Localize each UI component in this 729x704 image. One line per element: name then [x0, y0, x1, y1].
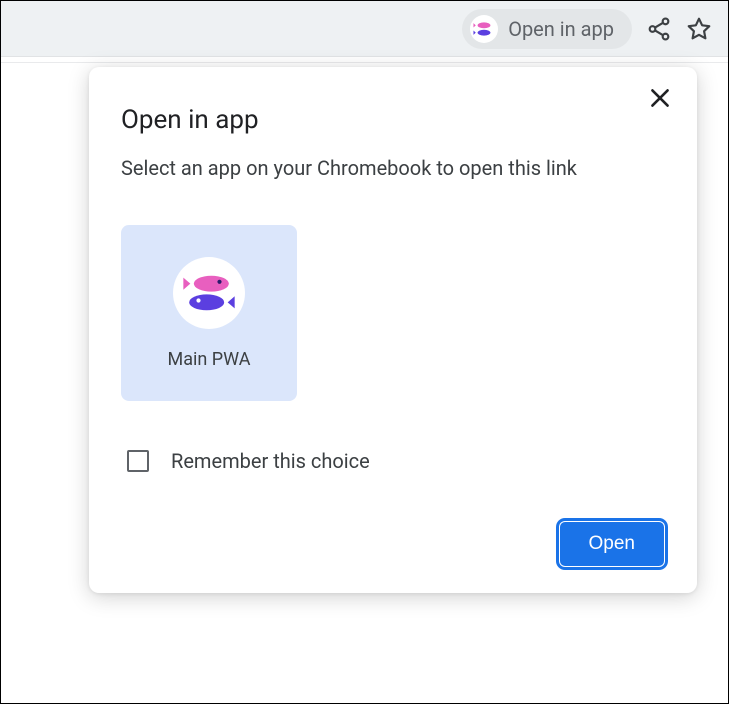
- remember-checkbox[interactable]: [127, 450, 149, 472]
- dialog-button-row: Open: [121, 521, 665, 567]
- dialog-title: Open in app: [121, 105, 665, 135]
- chip-app-icon: [470, 15, 498, 43]
- open-in-app-dialog: Open in app Select an app on your Chrome…: [89, 67, 697, 593]
- remember-label: Remember this choice: [171, 449, 370, 473]
- content-strip: [1, 57, 728, 63]
- remember-choice-row: Remember this choice: [127, 449, 665, 473]
- bookmark-star-icon[interactable]: [686, 16, 712, 42]
- app-tile-main-pwa[interactable]: Main PWA: [121, 225, 297, 401]
- open-in-app-chip[interactable]: Open in app: [462, 9, 632, 49]
- app-icon: [173, 257, 245, 329]
- dialog-subtitle: Select an app on your Chromebook to open…: [121, 153, 665, 183]
- chip-label: Open in app: [508, 17, 614, 41]
- app-grid: Main PWA: [121, 225, 665, 401]
- omnibox-bar: Open in app: [1, 1, 728, 57]
- app-label: Main PWA: [168, 349, 251, 370]
- close-icon[interactable]: [647, 85, 675, 113]
- open-button[interactable]: Open: [559, 521, 665, 567]
- share-icon[interactable]: [646, 16, 672, 42]
